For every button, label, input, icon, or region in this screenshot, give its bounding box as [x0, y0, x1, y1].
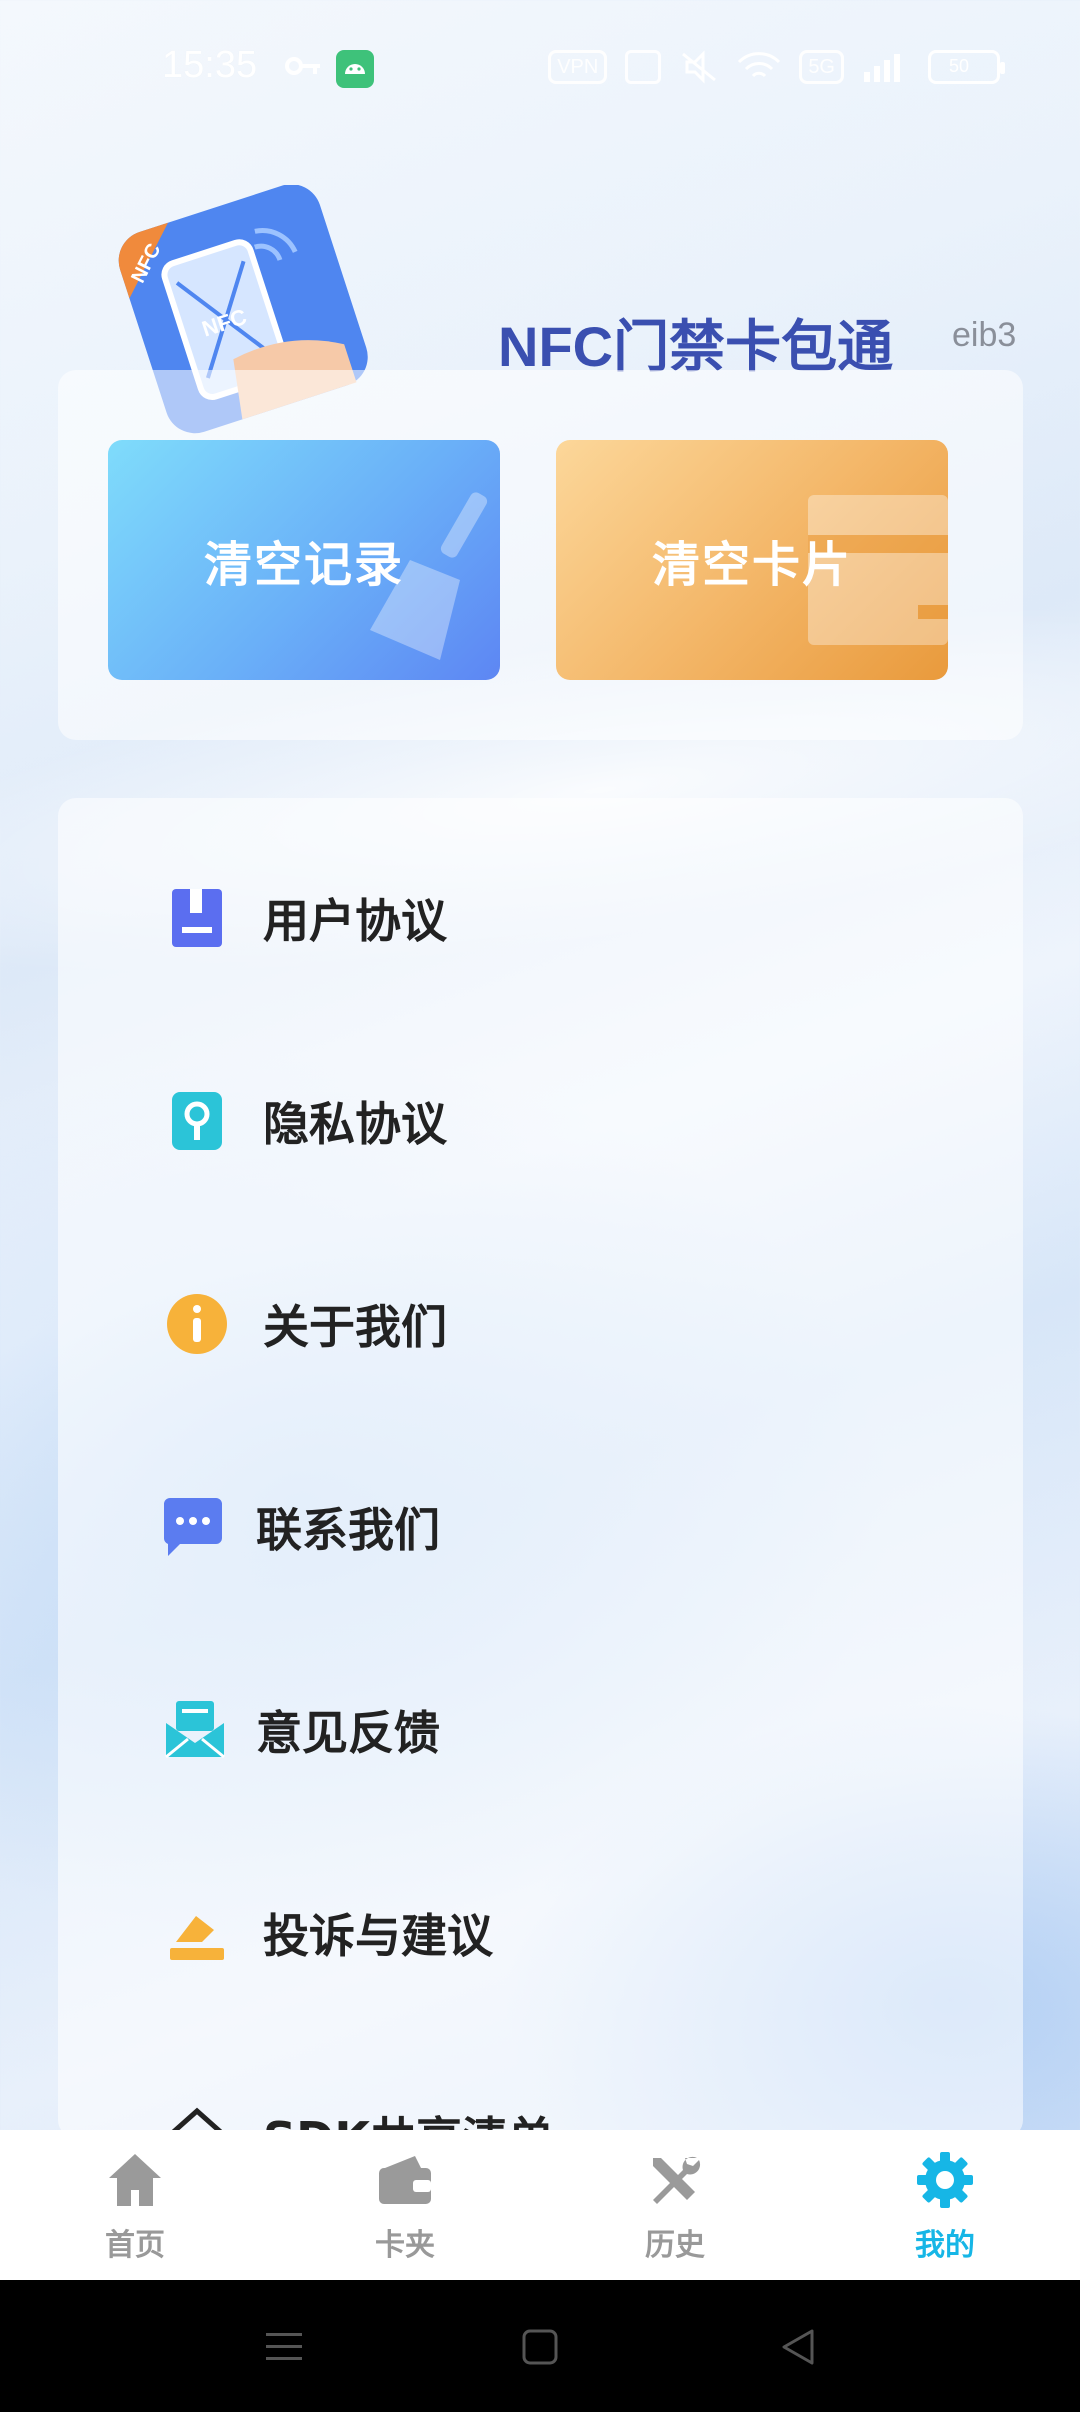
menu-item-label: 隐私协议	[263, 1097, 447, 1151]
menu-icon[interactable]	[262, 2325, 306, 2369]
document-icon	[172, 889, 222, 947]
nav-mine[interactable]: 我的	[810, 2130, 1080, 2280]
nav-cards-label: 卡夹	[375, 2228, 435, 2263]
home-icon	[109, 2154, 161, 2206]
clear-cards-label: 清空卡片	[651, 537, 852, 593]
clear-cards-button[interactable]: 清空卡片	[556, 440, 948, 680]
menu-item-label: 投诉与建议	[263, 1909, 493, 1963]
status-time: 15:35	[162, 44, 258, 86]
status-indicators: VPN 5G 50	[548, 50, 1005, 84]
status-bar: 15:35 VPN 5G 50	[0, 0, 1080, 140]
nav-home[interactable]: 首页	[0, 2130, 270, 2280]
bottom-nav: 首页 卡夹 历史 我的	[0, 2130, 1080, 2280]
signal-icon	[864, 54, 900, 82]
battery-icon: 50	[928, 50, 1005, 84]
key-icon	[172, 1092, 222, 1150]
nav-home-label: 首页	[105, 2228, 165, 2263]
menu-item-user-agreement[interactable]: 用户协议	[58, 843, 1023, 993]
menu-item-feedback[interactable]: 意见反馈	[58, 1655, 1023, 1805]
menu-item-contact-us[interactable]: 联系我们	[58, 1452, 1023, 1602]
menu-item-label: 用户协议	[263, 894, 447, 948]
key-icon	[285, 57, 320, 75]
menu-item-sdk-list[interactable]: SDK共享清单	[58, 2061, 1023, 2138]
wallet-icon	[379, 2156, 431, 2204]
tools-icon	[653, 2156, 701, 2204]
network-type-icon: 5G	[799, 50, 844, 84]
system-nav-bar	[0, 2280, 1080, 2412]
clear-records-label: 清空记录	[203, 537, 404, 593]
menu-item-label: 联系我们	[256, 1503, 440, 1557]
android-notification-icon	[336, 50, 374, 88]
nfc-status-icon	[625, 50, 662, 84]
mute-icon	[682, 50, 717, 84]
menu-item-about-us[interactable]: 关于我们	[58, 1249, 1023, 1399]
nav-history[interactable]: 历史	[540, 2130, 810, 2280]
nav-mine-label: 我的	[915, 2228, 975, 2263]
info-icon	[167, 1294, 227, 1354]
gear-icon	[917, 2152, 973, 2208]
nav-cards[interactable]: 卡夹	[270, 2130, 540, 2280]
chat-icon	[163, 1498, 222, 1556]
complaint-icon	[170, 1916, 224, 1960]
back-icon[interactable]	[776, 2325, 820, 2369]
app-version: eib3	[952, 316, 1017, 354]
home-button-icon[interactable]	[518, 2325, 562, 2369]
vpn-icon: VPN	[548, 50, 608, 84]
menu-list: 用户协议 隐私协议 关于我们 联系我们 意见反馈 投诉与建议	[58, 798, 1023, 2138]
menu-item-label: 意见反馈	[256, 1706, 440, 1760]
clear-records-button[interactable]: 清空记录	[108, 440, 500, 680]
menu-item-complaints[interactable]: 投诉与建议	[58, 1858, 1023, 2008]
wifi-icon	[738, 52, 781, 78]
nav-history-label: 历史	[645, 2228, 705, 2263]
menu-item-label: 关于我们	[263, 1300, 447, 1354]
mail-icon	[165, 1701, 225, 1759]
menu-item-privacy-agreement[interactable]: 隐私协议	[58, 1046, 1023, 1196]
